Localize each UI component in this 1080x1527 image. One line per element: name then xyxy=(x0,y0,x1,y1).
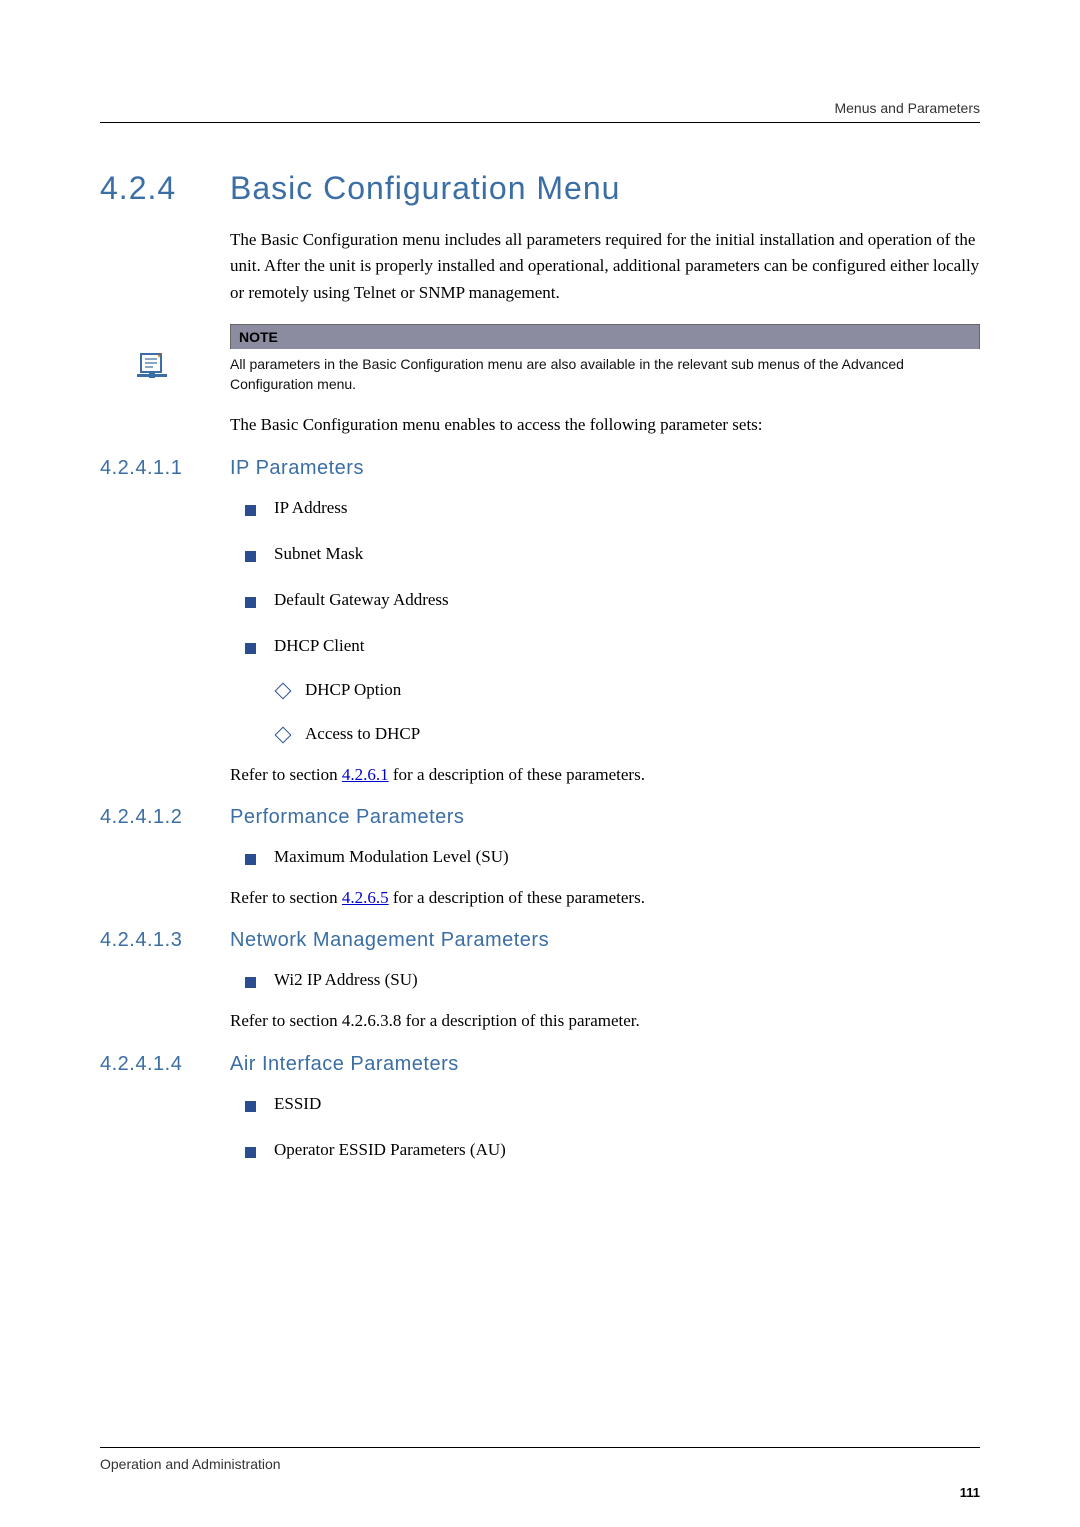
refer-text: Refer to section 4.2.6.5 for a descripti… xyxy=(230,885,980,911)
refer-text: Refer to section 4.2.6.3.8 for a descrip… xyxy=(230,1008,980,1034)
section-link[interactable]: 4.2.6.5 xyxy=(342,888,389,907)
list-item: Subnet Mask xyxy=(245,544,980,564)
sub-list-item-label: DHCP Option xyxy=(305,680,401,700)
diamond-icon xyxy=(275,726,292,743)
note-text: All parameters in the Basic Configuratio… xyxy=(230,349,980,394)
list-item-label: Subnet Mask xyxy=(274,544,363,564)
subsection-title: Network Management Parameters xyxy=(230,929,549,952)
list-item-label: IP Address xyxy=(274,498,348,518)
subsection-heading: 4.2.4.1.1 IP Parameters xyxy=(100,457,980,480)
section-heading: 4.2.4 Basic Configuration Menu xyxy=(100,170,980,207)
running-header-right: Menus and Parameters xyxy=(834,100,980,116)
bullet-icon xyxy=(245,597,256,608)
refer-post: for a description of these parameters. xyxy=(389,888,645,907)
list-item-label: Default Gateway Address xyxy=(274,590,449,610)
section-link[interactable]: 4.2.6.1 xyxy=(342,765,389,784)
footer-left: Operation and Administration xyxy=(100,1456,980,1472)
page-number: 111 xyxy=(960,1485,980,1500)
note-icon xyxy=(135,352,169,382)
list-item: Operator ESSID Parameters (AU) xyxy=(245,1140,980,1160)
page-content: 4.2.4 Basic Configuration Menu The Basic… xyxy=(100,170,980,1160)
subsection-number: 4.2.4.1.4 xyxy=(100,1053,230,1076)
bullet-list: IP Address Subnet Mask Default Gateway A… xyxy=(245,498,980,744)
diamond-icon xyxy=(275,682,292,699)
list-item: Default Gateway Address xyxy=(245,590,980,610)
subsection-number: 4.2.4.1.3 xyxy=(100,929,230,952)
sub-list-item-label: Access to DHCP xyxy=(305,724,420,744)
subsection-title: Air Interface Parameters xyxy=(230,1053,459,1076)
list-item: Wi2 IP Address (SU) xyxy=(245,970,980,990)
bullet-list: Wi2 IP Address (SU) xyxy=(245,970,980,990)
footer: Operation and Administration 111 xyxy=(100,1447,980,1472)
header-rule xyxy=(100,122,980,123)
list-item-label: DHCP Client xyxy=(274,636,365,656)
bullet-icon xyxy=(245,854,256,865)
bullet-list: Maximum Modulation Level (SU) xyxy=(245,847,980,867)
subsection-title: IP Parameters xyxy=(230,457,364,480)
sub-list-item: DHCP Option xyxy=(277,680,980,700)
bullet-icon xyxy=(245,1101,256,1112)
bullet-list: ESSID Operator ESSID Parameters (AU) xyxy=(245,1094,980,1160)
list-item: ESSID xyxy=(245,1094,980,1114)
bullet-icon xyxy=(245,505,256,516)
note-block: NOTE All parameters in the Basic Configu… xyxy=(230,324,980,394)
list-item-label: ESSID xyxy=(274,1094,321,1114)
subsection-title: Performance Parameters xyxy=(230,806,464,829)
section-number: 4.2.4 xyxy=(100,170,230,207)
bullet-icon xyxy=(245,977,256,988)
refer-pre: Refer to section xyxy=(230,765,342,784)
list-item-label: Maximum Modulation Level (SU) xyxy=(274,847,509,867)
footer-rule xyxy=(100,1447,980,1448)
intro-paragraph: The Basic Configuration menu includes al… xyxy=(230,227,980,306)
bullet-icon xyxy=(245,1147,256,1158)
subsection-heading: 4.2.4.1.2 Performance Parameters xyxy=(100,806,980,829)
list-item-label: Operator ESSID Parameters (AU) xyxy=(274,1140,506,1160)
bullet-icon xyxy=(245,551,256,562)
subsection-heading: 4.2.4.1.3 Network Management Parameters xyxy=(100,929,980,952)
subsection-heading: 4.2.4.1.4 Air Interface Parameters xyxy=(100,1053,980,1076)
list-item-label: Wi2 IP Address (SU) xyxy=(274,970,418,990)
subsection-number: 4.2.4.1.1 xyxy=(100,457,230,480)
refer-post: for a description of these parameters. xyxy=(389,765,645,784)
subsection-number: 4.2.4.1.2 xyxy=(100,806,230,829)
refer-text: Refer to section 4.2.6.1 for a descripti… xyxy=(230,762,980,788)
list-item: IP Address xyxy=(245,498,980,518)
bullet-icon xyxy=(245,643,256,654)
note-label: NOTE xyxy=(230,324,980,349)
sub-list-item: Access to DHCP xyxy=(277,724,980,744)
list-item: DHCP Client xyxy=(245,636,980,656)
section-title: Basic Configuration Menu xyxy=(230,170,620,207)
list-item: Maximum Modulation Level (SU) xyxy=(245,847,980,867)
refer-pre: Refer to section xyxy=(230,888,342,907)
after-note-text: The Basic Configuration menu enables to … xyxy=(230,412,980,438)
